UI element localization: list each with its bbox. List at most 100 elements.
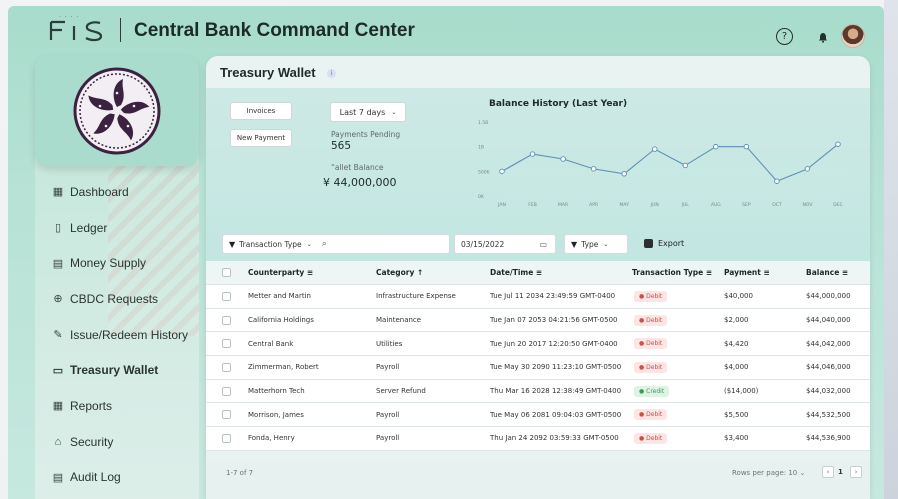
data-point: [621, 171, 627, 177]
cell-datetime: Tue Jul 11 2034 23:49:59 GMT-0400: [490, 292, 616, 301]
x-tick-label: DEC: [833, 202, 842, 208]
cell-balance: $44,042,000: [806, 339, 851, 348]
sidebar-item-label: Audit Log: [70, 470, 121, 485]
table-row[interactable]: Fonda, Henry Payroll Thu Jan 24 2092 03:59…: [206, 427, 870, 451]
rows-per-page-select[interactable]: Rows per page: 10 ⌄: [732, 469, 805, 477]
sidebar-item-dashboard[interactable]: ▦ Dashboard: [50, 174, 200, 210]
row-checkbox[interactable]: [222, 339, 231, 349]
table-row[interactable]: Central Bank Utilities Tue Jun 20 2017 12:…: [206, 332, 870, 357]
wallet-icon: ▭: [52, 364, 64, 377]
help-icon[interactable]: ?: [776, 28, 793, 45]
page-title: Treasury Wallet: [220, 65, 316, 80]
data-point: [590, 166, 597, 172]
cell-datetime: Thu Jan 24 2092 03:59:33 GMT-0500: [490, 434, 619, 443]
next-page-button[interactable]: ›: [850, 466, 862, 478]
column-header-counterparty[interactable]: Counterparty ≡: [248, 268, 313, 277]
table-row[interactable]: California Holdings Maintenance Tue Jan 07…: [206, 308, 870, 333]
sidebar-item-reports[interactable]: ▦ Reports: [50, 388, 200, 424]
column-header-payment[interactable]: Payment ≡: [724, 268, 770, 277]
prev-page-button[interactable]: ‹: [822, 466, 834, 478]
sidebar-item-audit-log[interactable]: ▤ Audit Log: [50, 460, 200, 496]
cell-datetime: Tue Jun 20 2017 12:20:50 GMT-0400: [490, 339, 618, 348]
transaction-type-badge: ● Credit: [634, 385, 670, 397]
info-icon[interactable]: i: [327, 69, 336, 78]
new-payment-button[interactable]: New Payment: [230, 129, 292, 147]
x-tick-label: AUG: [711, 202, 721, 208]
sidebar-item-issue-redeem-history[interactable]: ✎ Issue/Redeem History: [50, 317, 200, 353]
row-checkbox[interactable]: [222, 362, 231, 372]
cell-payment: $2,000: [724, 316, 749, 325]
sidebar-item-ledger[interactable]: ▯ Ledger: [50, 210, 200, 246]
transaction-type-badge: ● Debit: [634, 314, 668, 326]
sidebar-item-money-supply[interactable]: ▤ Money Supply: [50, 245, 200, 281]
cell-payment: $40,000: [724, 292, 753, 301]
payments-pending-value: 565: [331, 140, 352, 152]
table-row[interactable]: Matterhorn Tech Server Refund Thu Mar 16 2…: [206, 379, 870, 404]
table-row[interactable]: Zimmerman, Robert Payroll Tue May 30 2090 …: [206, 356, 870, 380]
row-checkbox[interactable]: [222, 291, 231, 301]
export-label: Export: [658, 239, 685, 248]
column-header-category[interactable]: Category ↑: [376, 268, 423, 277]
cell-payment: ($14,000): [724, 387, 759, 396]
y-tick-label: 0K: [478, 194, 485, 200]
cell-category: Utilities: [376, 339, 403, 348]
sidebar-item-label: Dashboard: [70, 184, 129, 199]
cell-payment: $3,400: [724, 434, 749, 443]
sidebar-item-label: CBDC Requests: [70, 291, 159, 306]
select-all-checkbox[interactable]: [222, 268, 231, 277]
cell-payment: $5,500: [724, 410, 749, 419]
column-header-balance[interactable]: Balance ≡: [806, 268, 848, 277]
sidebar-item-label: Reports: [70, 398, 113, 413]
y-tick-label: 500K: [478, 169, 491, 175]
arrow-circle-icon: ⊕: [53, 293, 63, 306]
cell-category: Payroll: [376, 363, 400, 372]
search-icon[interactable]: ⌕: [322, 239, 327, 249]
cell-category: Infrastructure Expense: [376, 292, 456, 301]
column-header-datetime[interactable]: Date/Time ≡: [490, 268, 542, 277]
fis-logo: [48, 14, 112, 52]
cell-counterparty: Metter and Martin: [248, 292, 311, 301]
bell-icon[interactable]: [812, 26, 834, 48]
invoices-button[interactable]: Invoices: [230, 102, 292, 120]
data-point: [529, 151, 536, 157]
lock-icon: ⌂: [54, 435, 62, 448]
cell-counterparty: Morrison, James: [248, 410, 304, 419]
export-button[interactable]: Export: [644, 239, 684, 248]
window-edge: [884, 0, 898, 499]
transaction-type-badge: ● Debit: [634, 432, 668, 444]
calendar-icon[interactable]: ▭: [539, 240, 547, 249]
cell-datetime: Tue May 30 2090 11:23:10 GMT-0500: [490, 363, 622, 372]
sidebar-item-label: Issue/Redeem History: [70, 327, 189, 342]
row-checkbox[interactable]: [222, 315, 231, 325]
sidebar-item-cbdc-requests[interactable]: ⊕ CBDC Requests: [50, 281, 200, 317]
export-icon: [644, 239, 653, 248]
y-tick-label: 1.5B: [478, 120, 488, 126]
sidebar-item-treasury-wallet[interactable]: ▭ Treasury Wallet: [50, 352, 200, 388]
x-tick-label: APR: [589, 202, 598, 208]
row-checkbox[interactable]: [222, 410, 231, 420]
table-row[interactable]: Metter and Martin Infrastructure Expense T…: [206, 285, 870, 309]
transactions-table: Counterparty ≡ Category ↑ Date/Time ≡ Tr…: [206, 261, 870, 451]
type-filter[interactable]: ▼ Type ⌄: [564, 234, 628, 254]
row-checkbox[interactable]: [222, 386, 231, 396]
table-row[interactable]: Morrison, James Payroll Tue May 06 2081 09…: [206, 403, 870, 428]
user-avatar[interactable]: [841, 24, 865, 48]
balance-history-chart: 0K 500K 1B 1.5B JAN FEB MAR APR MAY JUN JUL AUG SEP O…: [478, 120, 844, 208]
y-tick-label: 1B: [478, 145, 484, 151]
sidebar-item-security[interactable]: ⌂ Security: [50, 424, 200, 460]
transaction-type-filter[interactable]: Transaction Type: [239, 240, 302, 249]
wallet-balance-label: “allet Balance: [331, 163, 384, 172]
x-tick-label: SEP: [742, 202, 751, 208]
x-tick-label: OCT: [772, 202, 782, 208]
date-picker[interactable]: 03/15/2022 ▭: [454, 234, 556, 254]
column-header-transaction-type[interactable]: Transaction Type ≡: [632, 268, 712, 277]
bank-emblem-card: [35, 55, 199, 166]
chevron-down-icon: ⌄: [306, 240, 312, 248]
cell-category: Server Refund: [376, 387, 426, 396]
date-range-select[interactable]: Last 7 days ⌄: [330, 102, 406, 122]
row-checkbox[interactable]: [222, 433, 231, 443]
series-line: [501, 143, 839, 182]
x-tick-label: JAN: [497, 202, 506, 208]
filter-search-bar[interactable]: ▼ Transaction Type ⌄ ⌕: [222, 234, 450, 254]
app-header: · · · · Central Bank Command Center ?: [8, 6, 884, 56]
